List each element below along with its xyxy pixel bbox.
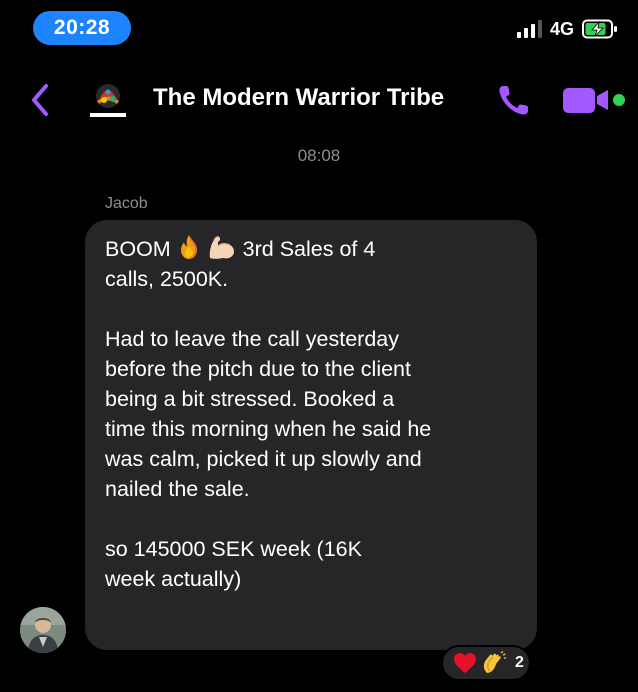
- message-text-end: 3rd Sales of 4: [242, 237, 376, 261]
- reaction-summary[interactable]: 2: [441, 645, 531, 681]
- signal-icon: [516, 20, 542, 38]
- status-time: 20:28: [33, 11, 131, 45]
- message-line: calls, 2500K.: [105, 267, 229, 291]
- message-line: being a bit stressed. Booked a: [105, 387, 395, 411]
- message-line: BOOM 3rd Sales of 4: [105, 234, 517, 264]
- message-line: week actually): [105, 567, 242, 591]
- message-text-start: BOOM: [105, 237, 171, 261]
- message-bubble[interactable]: BOOM 3rd Sales of 4 calls, 2500K. Had to…: [85, 220, 537, 650]
- message-line: so 145000 SEK week (16K: [105, 537, 362, 561]
- reaction-count: 2: [515, 654, 524, 671]
- avatar[interactable]: [20, 607, 66, 653]
- message-line: nailed the sale.: [105, 477, 250, 501]
- message-line: before the pitch due to the client: [105, 357, 411, 381]
- flexed-biceps-icon: [209, 236, 234, 259]
- video-call-icon[interactable]: [561, 84, 625, 116]
- chat-header: The Modern Warrior Tribe: [0, 76, 638, 124]
- sender-name: Jacob: [105, 195, 148, 212]
- message-line: time this morning when he said he: [105, 417, 432, 441]
- back-chevron-icon[interactable]: [26, 80, 54, 120]
- status-indicators: 4G: [516, 18, 618, 40]
- phone-call-icon[interactable]: [496, 82, 532, 118]
- status-time-label: 20:28: [53, 16, 111, 39]
- fire-icon: [180, 235, 197, 259]
- chat-title[interactable]: The Modern Warrior Tribe: [153, 84, 444, 112]
- message-timestamp: 08:08: [297, 146, 341, 165]
- battery-charging-icon: [582, 19, 618, 39]
- message-line: Had to leave the call yesterday: [105, 327, 399, 351]
- network-type: 4G: [549, 18, 574, 39]
- message-line: was calm, picked it up slowly and: [105, 447, 422, 471]
- group-avatar[interactable]: [84, 80, 132, 120]
- red-heart-icon: [454, 653, 476, 673]
- clapping-hands-icon: [483, 651, 506, 673]
